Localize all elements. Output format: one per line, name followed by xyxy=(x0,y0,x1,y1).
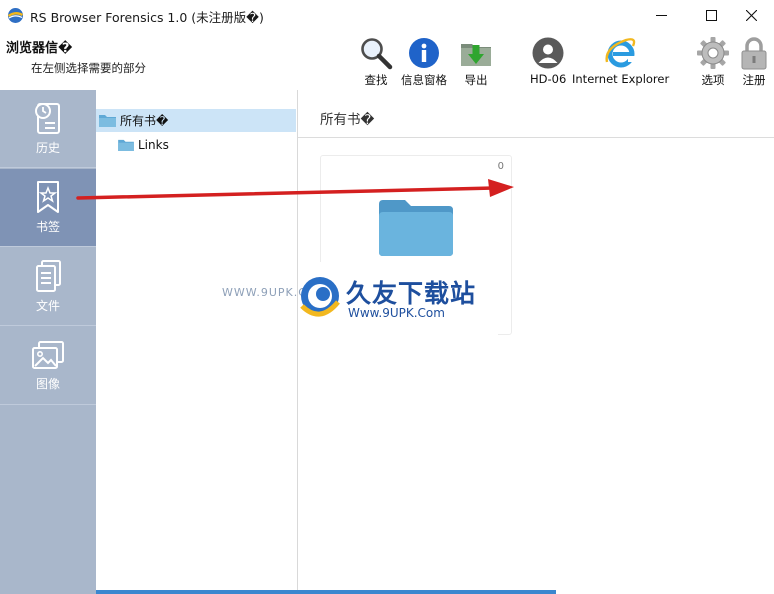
minimize-icon xyxy=(655,15,667,16)
history-icon xyxy=(35,103,60,134)
tree-item-links[interactable]: Links xyxy=(118,133,169,156)
toolbar: 浏览器信� 在左侧选择需要的部分 查找 信息窗格 导出 HD-06 Intern… xyxy=(0,31,774,90)
images-icon xyxy=(32,341,64,369)
bookmark-icon xyxy=(37,181,59,213)
user-button[interactable]: HD-06 xyxy=(530,36,566,88)
folder-icon xyxy=(99,115,116,127)
lock-icon xyxy=(741,37,767,70)
content-divider xyxy=(298,137,774,138)
maximize-icon xyxy=(705,10,717,21)
export-folder-icon xyxy=(461,44,491,66)
content-pane: 所有书� 0 xyxy=(298,90,774,594)
info-icon xyxy=(409,38,439,68)
folder-count: 0 xyxy=(497,161,504,172)
sidebar: 历史 书签 文件 图像 xyxy=(0,90,96,594)
info-pane-button[interactable]: 信息窗格 xyxy=(401,36,447,88)
title-bar: RS Browser Forensics 1.0 (未注册版�) xyxy=(0,0,774,31)
close-button[interactable] xyxy=(728,0,774,31)
status-progress-line xyxy=(96,590,556,594)
window-title: RS Browser Forensics 1.0 (未注册版�) xyxy=(30,10,264,25)
find-button[interactable]: 查找 xyxy=(359,36,393,88)
export-button[interactable]: 导出 xyxy=(459,36,493,88)
red-arrow-annotation xyxy=(76,179,514,200)
page-title: 浏览器信� xyxy=(6,41,73,56)
gear-icon xyxy=(697,37,729,69)
tree-item-all-bookmarks[interactable]: 所有书� xyxy=(96,109,296,132)
user-avatar-icon xyxy=(532,37,564,69)
app-logo-icon xyxy=(7,8,24,23)
sidebar-item-files[interactable]: 文件 xyxy=(0,248,96,326)
sidebar-item-history[interactable]: 历史 xyxy=(0,90,96,168)
large-folder-icon xyxy=(379,200,453,256)
register-button[interactable]: 注册 xyxy=(737,36,771,88)
app-window: RS Browser Forensics 1.0 (未注册版�) 浏览器信� 在… xyxy=(0,0,774,594)
watermark-brand: 久友下载站 xyxy=(346,279,477,308)
folder-icon xyxy=(118,139,134,151)
options-button[interactable]: 选项 xyxy=(696,36,730,88)
internet-explorer-icon xyxy=(605,38,636,68)
watermark-logo-icon xyxy=(300,277,340,317)
close-icon xyxy=(745,10,757,21)
minimize-button[interactable] xyxy=(638,0,684,31)
bookmark-tree: 所有书� Links xyxy=(96,90,298,594)
sidebar-item-images[interactable]: 图像 xyxy=(0,327,96,405)
magnifier-icon xyxy=(361,38,393,70)
content-title: 所有书� xyxy=(320,112,375,128)
page-subtitle: 在左侧选择需要的部分 xyxy=(31,61,146,75)
watermark: WWW.9UPK.COM 久友下载站 Www.9UPK.Com xyxy=(222,262,498,342)
watermark-url: Www.9UPK.Com xyxy=(348,306,445,320)
browser-button[interactable]: Internet Explorer xyxy=(572,36,669,88)
files-icon xyxy=(36,260,61,292)
